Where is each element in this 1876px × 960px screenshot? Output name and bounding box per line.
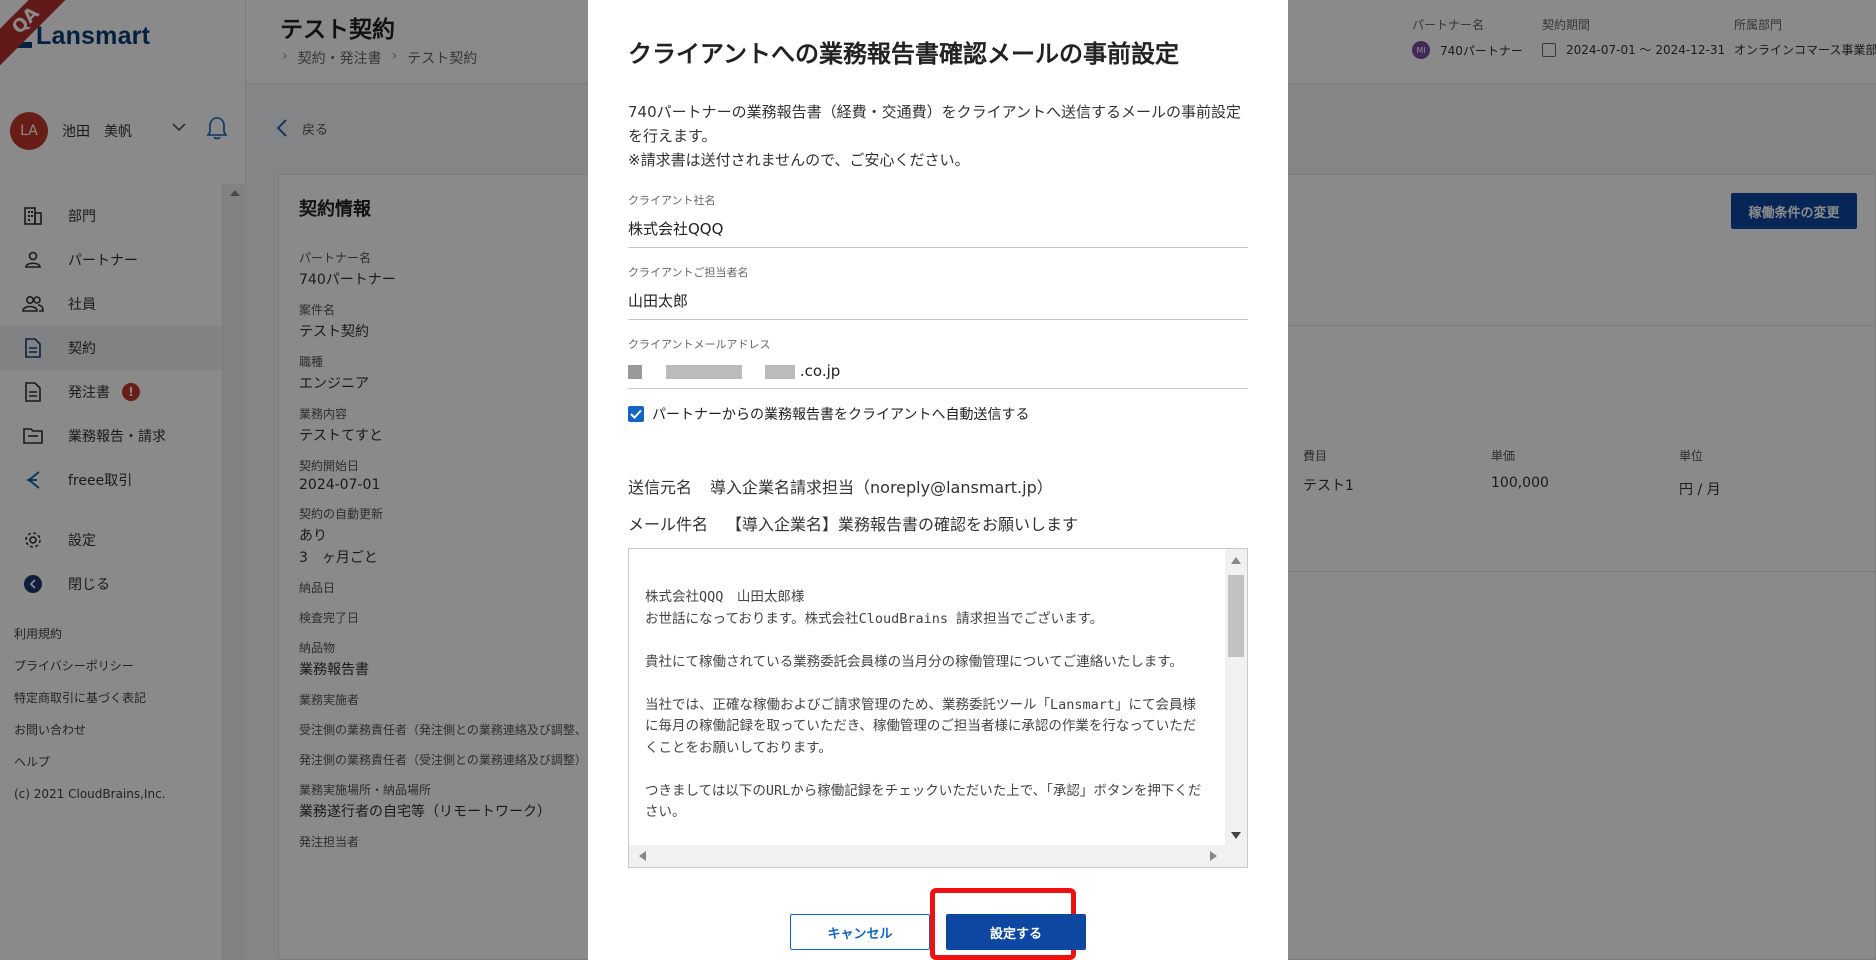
field-label: クライアントメールアドレス — [628, 338, 771, 351]
client-company-field[interactable]: クライアント社名 株式会社QQQ — [628, 192, 1248, 248]
client-email-input[interactable]: .co.jp — [628, 362, 1248, 388]
email-settings-modal: クライアントへの業務報告書確認メールの事前設定 740パートナーの業務報告書（経… — [588, 0, 1288, 960]
sender-value: 導入企業名請求担当（noreply@lansmart.jp） — [710, 478, 1053, 497]
client-contact-input[interactable]: 山田太郎 — [628, 290, 1248, 319]
auto-send-label: パートナーからの業務報告書をクライアントへ自動送信する — [652, 407, 1030, 423]
confirm-button[interactable]: 設定する — [946, 914, 1086, 950]
description-text: 740パートナーの業務報告書（経費・交通費）をクライアントへ送信するメールの事前… — [628, 103, 1242, 145]
cancel-button[interactable]: キャンセル — [790, 914, 930, 950]
email-body-text[interactable]: 株式会社QQQ 山田太郎様 お世話になっております。株式会社CloudBrain… — [645, 587, 1205, 824]
check-icon — [630, 409, 642, 419]
modal-description: 740パートナーの業務報告書（経費・交通費）をクライアントへ送信するメールの事前… — [628, 100, 1248, 172]
subject-row: メール件名 【導入企業名】業務報告書の確認をお願いします — [628, 511, 1078, 535]
field-label: クライアントご担当者名 — [628, 266, 749, 279]
scroll-down-icon[interactable] — [1231, 832, 1241, 839]
auto-send-checkbox[interactable] — [628, 406, 644, 422]
scroll-up-icon[interactable] — [1231, 557, 1241, 564]
email-domain-suffix: .co.jp — [799, 362, 841, 380]
redacted-mask — [665, 364, 742, 379]
client-company-input[interactable]: 株式会社QQQ — [628, 218, 1248, 247]
vertical-scrollbar[interactable] — [1225, 549, 1247, 847]
field-label: クライアント社名 — [628, 194, 716, 207]
description-note: ※請求書は送付されませんので、ご安心ください。 — [628, 151, 970, 169]
redacted-mask — [628, 364, 642, 379]
horizontal-scrollbar[interactable] — [629, 845, 1247, 867]
subject-label: メール件名 — [628, 515, 709, 534]
client-contact-field[interactable]: クライアントご担当者名 山田太郎 — [628, 264, 1248, 320]
redacted-mask — [765, 364, 796, 379]
scroll-right-icon[interactable] — [1210, 851, 1217, 861]
email-body-textarea[interactable]: 株式会社QQQ 山田太郎様 お世話になっております。株式会社CloudBrain… — [628, 548, 1248, 868]
modal-title: クライアントへの業務報告書確認メールの事前設定 — [628, 40, 1180, 68]
sender-label: 送信元名 — [628, 478, 693, 497]
sender-row: 送信元名 導入企業名請求担当（noreply@lansmart.jp） — [628, 474, 1053, 498]
client-email-field[interactable]: クライアントメールアドレス .co.jp — [628, 336, 1248, 389]
auto-send-checkbox-row[interactable]: パートナーからの業務報告書をクライアントへ自動送信する — [628, 404, 1029, 424]
subject-value: 【導入企業名】業務報告書の確認をお願いします — [726, 515, 1079, 534]
scroll-thumb[interactable] — [1228, 575, 1244, 657]
scroll-left-icon[interactable] — [639, 851, 646, 861]
